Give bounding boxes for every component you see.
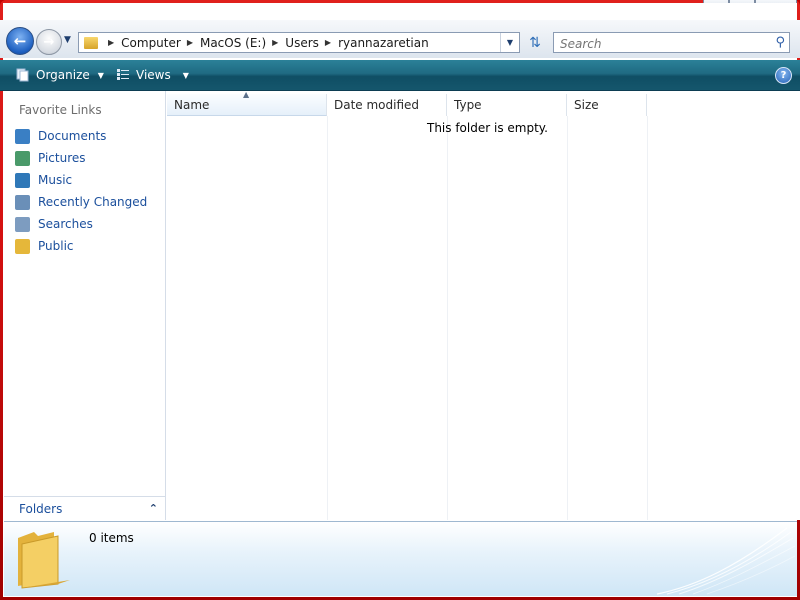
- column-divider: [447, 116, 448, 520]
- item-count: 0 items: [89, 531, 134, 545]
- search-box[interactable]: ⚲: [553, 32, 790, 53]
- back-button[interactable]: ←: [6, 27, 34, 55]
- favorite-links-header: Favorite Links: [19, 103, 102, 117]
- back-arrow-icon: ←: [13, 32, 27, 50]
- breadcrumb-separator-icon[interactable]: ▶: [108, 38, 114, 47]
- column-divider: [567, 116, 568, 520]
- column-header-label: Type: [454, 98, 482, 112]
- column-header-date-modified[interactable]: Date modified: [327, 94, 447, 116]
- recent-pages-dropdown[interactable]: ▼: [64, 35, 71, 45]
- breadcrumb-item-users[interactable]: Users: [285, 36, 319, 50]
- views-label: Views: [136, 68, 171, 82]
- sidebar-item-searches[interactable]: Searches: [15, 213, 147, 235]
- sidebar-item-label: Documents: [38, 129, 107, 143]
- sidebar-item-label: Recently Changed: [38, 195, 148, 209]
- sidebar-item-label: Searches: [38, 217, 93, 231]
- sidebar-item-label: Pictures: [38, 151, 86, 165]
- chevron-up-icon: ⌃: [148, 502, 158, 515]
- refresh-icon: ⇅: [529, 34, 541, 51]
- views-button[interactable]: Views ▼: [116, 66, 189, 84]
- column-divider: [327, 116, 328, 520]
- folder-icon: [84, 36, 98, 49]
- sort-ascending-icon: ▲: [243, 90, 250, 99]
- details-pane: 0 items: [4, 521, 797, 596]
- organize-button[interactable]: Organize ▼: [16, 66, 104, 84]
- sidebar-item-public[interactable]: Public: [15, 235, 147, 257]
- recently-changed-icon: [15, 194, 30, 210]
- navigation-pane: Favorite Links Documents Pictures Music …: [4, 91, 166, 520]
- search-input[interactable]: [558, 34, 762, 53]
- column-header-label: Name: [174, 97, 210, 112]
- chevron-down-icon: ▼: [506, 38, 514, 47]
- public-folder-icon: [15, 238, 30, 254]
- refresh-button[interactable]: ⇅: [523, 32, 547, 53]
- folders-toggle[interactable]: Folders ⌃: [4, 496, 165, 520]
- sidebar-item-pictures[interactable]: Pictures: [15, 147, 147, 169]
- sidebar-item-documents[interactable]: Documents: [15, 125, 147, 147]
- search-icon[interactable]: ⚲: [775, 35, 785, 50]
- folder-icon: [18, 532, 70, 589]
- forward-button[interactable]: →: [36, 29, 62, 55]
- breadcrumb-separator-icon[interactable]: ▶: [272, 38, 278, 47]
- folders-label: Folders: [19, 501, 63, 516]
- breadcrumb: ▶ Computer ▶ MacOS (E:) ▶ Users ▶ ryanna…: [102, 33, 429, 52]
- column-header-label: Size: [574, 98, 599, 112]
- pictures-icon: [15, 150, 30, 166]
- column-header-label: Date modified: [334, 98, 420, 112]
- forward-arrow-icon: →: [43, 34, 55, 50]
- file-list: ▲ Name Date modified Type Size This fold…: [166, 90, 800, 520]
- chevron-down-icon: ▼: [64, 35, 71, 45]
- column-header-type[interactable]: Type: [447, 94, 567, 116]
- column-header-name[interactable]: ▲ Name: [167, 90, 327, 116]
- address-bar[interactable]: ▶ Computer ▶ MacOS (E:) ▶ Users ▶ ryanna…: [78, 32, 520, 53]
- help-icon: ?: [780, 70, 787, 81]
- sidebar-item-label: Music: [38, 173, 73, 187]
- breadcrumb-item-drive[interactable]: MacOS (E:): [200, 36, 266, 50]
- chevron-down-icon: ▼: [182, 70, 189, 80]
- breadcrumb-separator-icon[interactable]: ▶: [187, 38, 193, 47]
- documents-icon: [15, 128, 30, 144]
- sidebar-item-recently-changed[interactable]: Recently Changed: [15, 191, 147, 213]
- music-icon: [15, 172, 30, 188]
- breadcrumb-separator-icon[interactable]: ▶: [325, 38, 331, 47]
- breadcrumb-item-user[interactable]: ryannazaretian: [338, 36, 429, 50]
- column-divider: [647, 116, 648, 520]
- organize-label: Organize: [36, 68, 90, 82]
- column-header-size[interactable]: Size: [567, 94, 647, 116]
- address-bar-row: ← → ▼ ▶ Computer ▶ MacOS (E:) ▶ Users ▶ …: [0, 20, 800, 58]
- searches-icon: [15, 216, 30, 232]
- decorative-swoosh: [657, 527, 796, 595]
- chevron-down-icon: ▼: [97, 70, 104, 80]
- sidebar-item-music[interactable]: Music: [15, 169, 147, 191]
- command-toolbar: Organize ▼ Views ▼ ?: [0, 60, 800, 91]
- empty-folder-message: This folder is empty.: [427, 121, 548, 135]
- views-icon: [117, 69, 129, 80]
- help-button[interactable]: ?: [775, 67, 792, 84]
- favorite-links-list: Documents Pictures Music Recently Change…: [15, 125, 147, 257]
- breadcrumb-item-computer[interactable]: Computer: [121, 36, 181, 50]
- organize-icon: [16, 68, 29, 82]
- address-dropdown-button[interactable]: ▼: [500, 33, 519, 52]
- sidebar-item-label: Public: [38, 239, 74, 253]
